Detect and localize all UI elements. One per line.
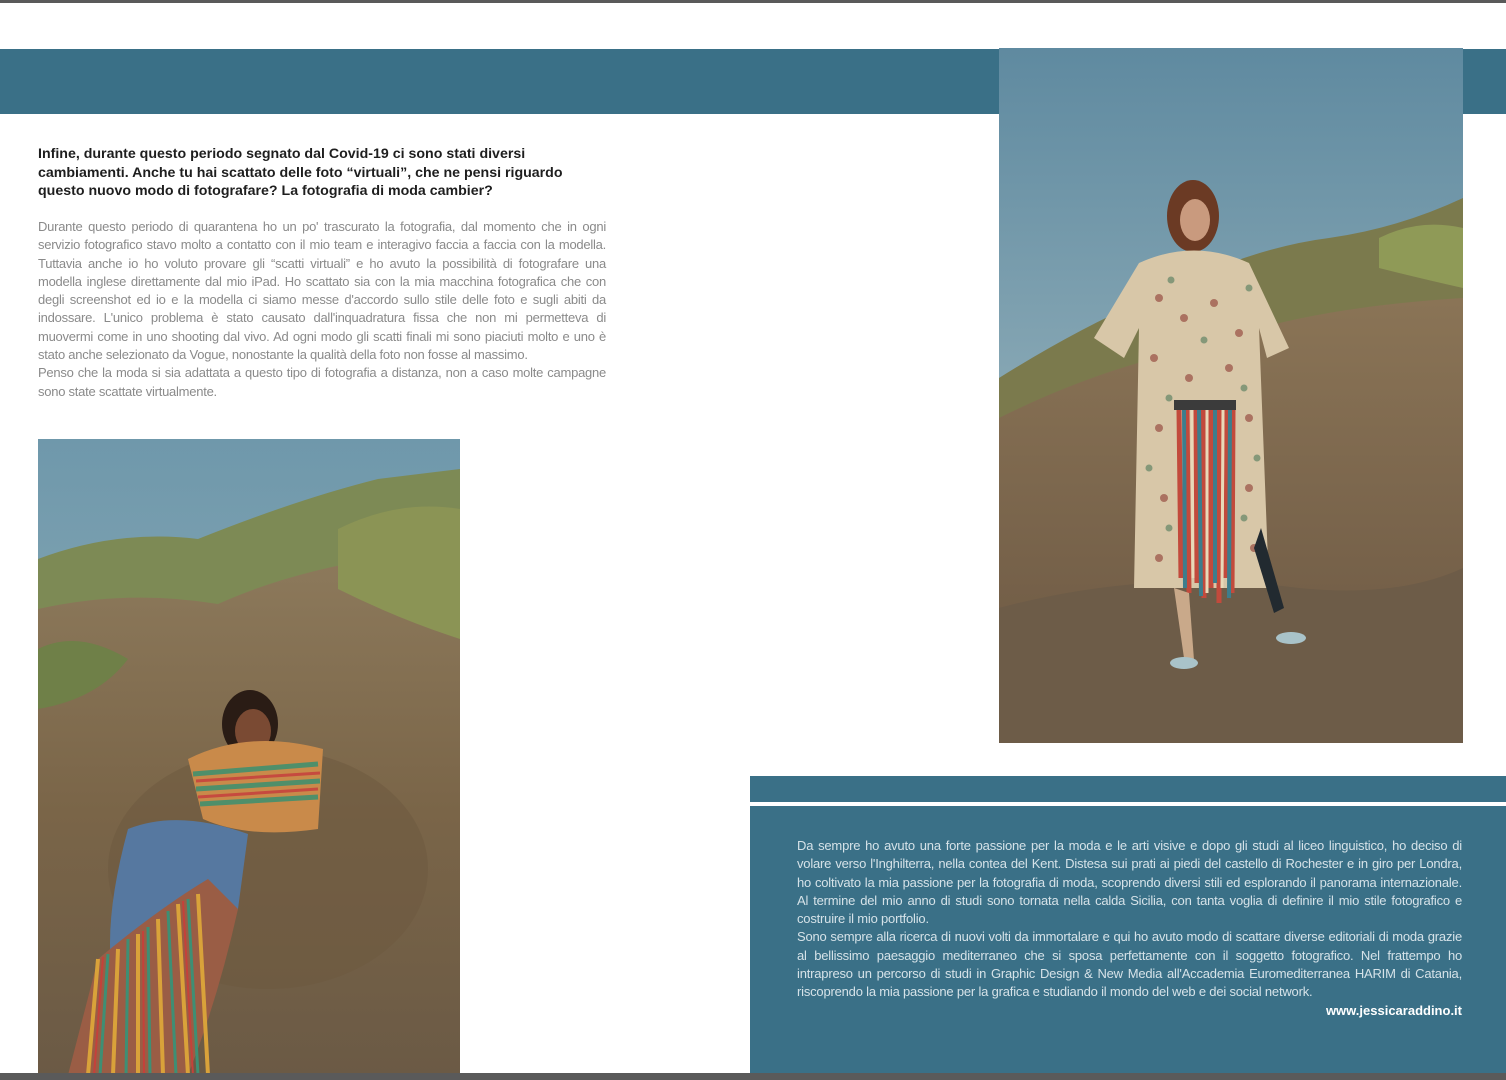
bio-text: Da sempre ho avuto una forte passione pe…: [797, 837, 1462, 1002]
bio-header-strip: [750, 776, 1506, 802]
bio-paragraph-1: Da sempre ho avuto una forte passione pe…: [797, 838, 1462, 927]
answer-paragraph-2: Penso che la moda si sia adattata a ques…: [38, 365, 606, 399]
interview-answer: Durante questo periodo di quarantena ho …: [38, 218, 606, 401]
photo-standing-model: [999, 48, 1463, 743]
interview-question: Infine, durante questo periodo segnato d…: [38, 146, 563, 199]
website-link[interactable]: www.jessicaraddino.it: [1200, 1003, 1462, 1018]
page-top-edge: [0, 0, 1506, 3]
answer-paragraph-1: Durante questo periodo di quarantena ho …: [38, 219, 606, 363]
photo-reclining-model: [38, 439, 460, 1075]
page-bottom-edge: [0, 1073, 1506, 1080]
bio-paragraph-2: Sono sempre alla ricerca di nuovi volti …: [797, 929, 1462, 1000]
